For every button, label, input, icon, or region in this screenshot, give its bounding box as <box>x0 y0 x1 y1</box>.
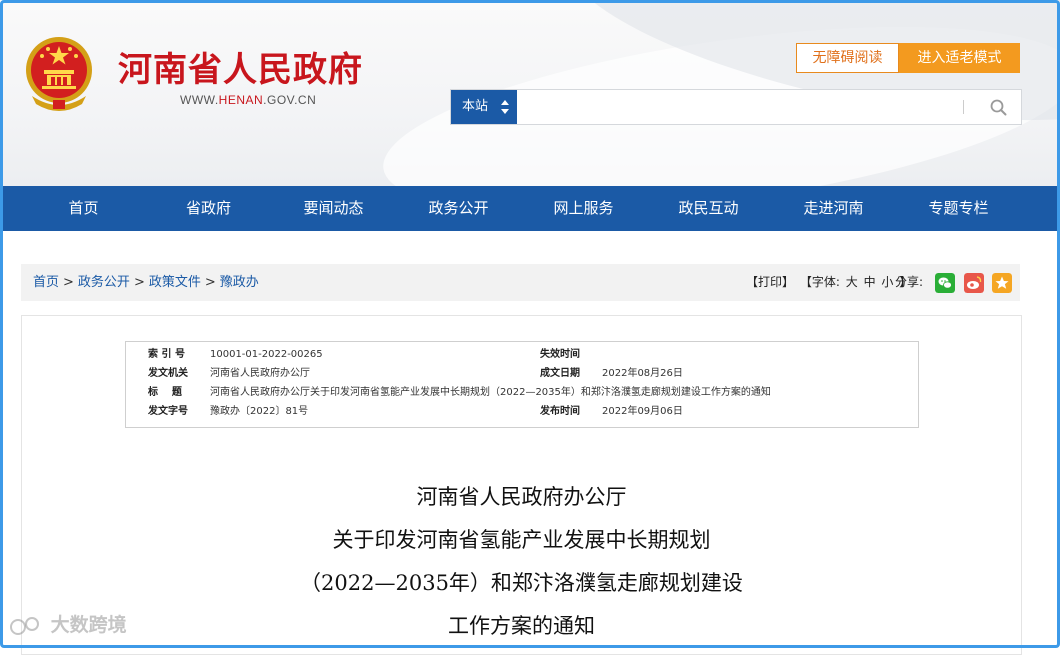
document-title-line: 河南省人民政府办公厅 <box>416 485 627 509</box>
main-nav: 首页 省政府 要闻动态 政务公开 网上服务 政民互动 走进河南 专题专栏 <box>0 186 1060 231</box>
site-url-brand: HENAN <box>218 93 264 107</box>
metadata-row: 索 引 号 10001-01-2022-00265 失效时间 <box>126 345 918 364</box>
font-size-label: 【字体: <box>799 275 840 289</box>
document-title-line: 关于印发河南省氢能产业发展中长期规划 <box>332 528 711 552</box>
document-metadata-table: 索 引 号 10001-01-2022-00265 失效时间 发文机关 河南省人… <box>125 341 919 428</box>
elder-mode-button[interactable]: 进入适老模式 <box>899 43 1020 73</box>
breadcrumb-separator: > <box>133 275 145 290</box>
nav-item-interaction[interactable]: 政民互动 <box>646 186 771 231</box>
nav-item-topics[interactable]: 专题专栏 <box>896 186 1021 231</box>
sort-arrows-icon <box>501 100 509 114</box>
breadcrumb-separator: > <box>63 275 74 290</box>
nav-item-about-henan[interactable]: 走进河南 <box>771 186 896 231</box>
created-date-label: 成文日期 <box>540 368 580 379</box>
nav-item-online-services[interactable]: 网上服务 <box>521 186 646 231</box>
expire-time-label: 失效时间 <box>540 349 580 360</box>
publish-time-value: 2022年09月06日 <box>602 406 683 417</box>
breadcrumb-home[interactable]: 首页 <box>33 275 59 290</box>
site-url-suffix: .GOV.CN <box>263 93 317 107</box>
index-number-value: 10001-01-2022-00265 <box>210 349 323 360</box>
title-label: 标 题 <box>148 387 182 398</box>
nav-item-home[interactable]: 首页 <box>21 186 146 231</box>
favorite-icon[interactable] <box>992 273 1012 293</box>
site-url: WWW.HENAN.GOV.CN <box>180 93 316 107</box>
watermark-text: 大数跨境 <box>50 614 127 636</box>
search-bar: 本站 <box>450 89 1022 125</box>
search-scope-label: 本站 <box>462 99 489 114</box>
breadcrumb-separator: > <box>204 275 216 290</box>
font-large-button[interactable]: 大 <box>846 275 858 289</box>
index-number-label: 索 引 号 <box>148 349 185 360</box>
breadcrumb: 首页 > 政务公开 > 政策文件 > 豫政办 <box>33 264 259 301</box>
metadata-row: 发文字号 豫政办〔2022〕81号 发布时间 2022年09月06日 <box>126 402 918 421</box>
created-date-value: 2022年08月26日 <box>602 368 683 379</box>
doc-number-label: 发文字号 <box>148 406 188 417</box>
watermark: 大数跨境 <box>10 610 127 637</box>
site-header: 河南省人民政府 WWW.HENAN.GOV.CN 无障碍阅读 进入适老模式 本站 <box>0 0 1060 186</box>
accessibility-reading-button[interactable]: 无障碍阅读 <box>796 43 899 73</box>
article-content: 索 引 号 10001-01-2022-00265 失效时间 发文机关 河南省人… <box>21 315 1022 655</box>
breadcrumb-bar: 首页 > 政务公开 > 政策文件 > 豫政办 【打印】 【字体: 大 中 小 】 分享: <box>21 264 1020 301</box>
national-emblem-icon[interactable] <box>22 34 96 112</box>
search-scope-select[interactable]: 本站 <box>451 90 517 124</box>
nav-item-news[interactable]: 要闻动态 <box>271 186 396 231</box>
font-medium-button[interactable]: 中 <box>864 275 876 289</box>
metadata-row: 发文机关 河南省人民政府办公厅 成文日期 2022年08月26日 <box>126 364 918 383</box>
search-input[interactable] <box>517 90 957 124</box>
document-title-line: （2022—2035年）和郑汴洛濮氢走廊规划建设 <box>300 571 743 595</box>
breadcrumb-current[interactable]: 豫政办 <box>220 275 259 290</box>
nav-item-gov-affairs[interactable]: 政务公开 <box>396 186 521 231</box>
metadata-row: 标 题 河南省人民政府办公厅关于印发河南省氢能产业发展中长期规划（2022—20… <box>126 383 918 402</box>
watermark-logo-icon <box>10 616 39 635</box>
nav-item-government[interactable]: 省政府 <box>146 186 271 231</box>
search-divider <box>963 100 964 114</box>
page-tools: 【打印】 【字体: 大 中 小 】 <box>746 264 913 301</box>
print-button[interactable]: 【打印】 <box>746 275 794 289</box>
doc-number-value: 豫政办〔2022〕81号 <box>210 406 309 417</box>
font-small-button[interactable]: 小 <box>881 275 893 289</box>
weibo-icon[interactable] <box>964 273 984 293</box>
site-url-prefix: WWW. <box>180 93 219 107</box>
breadcrumb-policy-docs[interactable]: 政策文件 <box>149 275 201 290</box>
document-title-line: 工作方案的通知 <box>448 614 595 638</box>
issuer-value: 河南省人民政府办公厅 <box>210 368 310 379</box>
search-icon[interactable] <box>979 90 1019 124</box>
wechat-icon[interactable] <box>935 273 955 293</box>
breadcrumb-gov-affairs[interactable]: 政务公开 <box>78 275 130 290</box>
issuer-label: 发文机关 <box>148 368 188 379</box>
site-title[interactable]: 河南省人民政府 <box>118 42 363 91</box>
document-title: 河南省人民政府办公厅 关于印发河南省氢能产业发展中长期规划 （2022—2035… <box>22 476 1021 648</box>
title-value: 河南省人民政府办公厅关于印发河南省氢能产业发展中长期规划（2022—2035年）… <box>210 387 771 398</box>
share-label: 分享: <box>895 275 924 289</box>
publish-time-label: 发布时间 <box>540 406 580 417</box>
